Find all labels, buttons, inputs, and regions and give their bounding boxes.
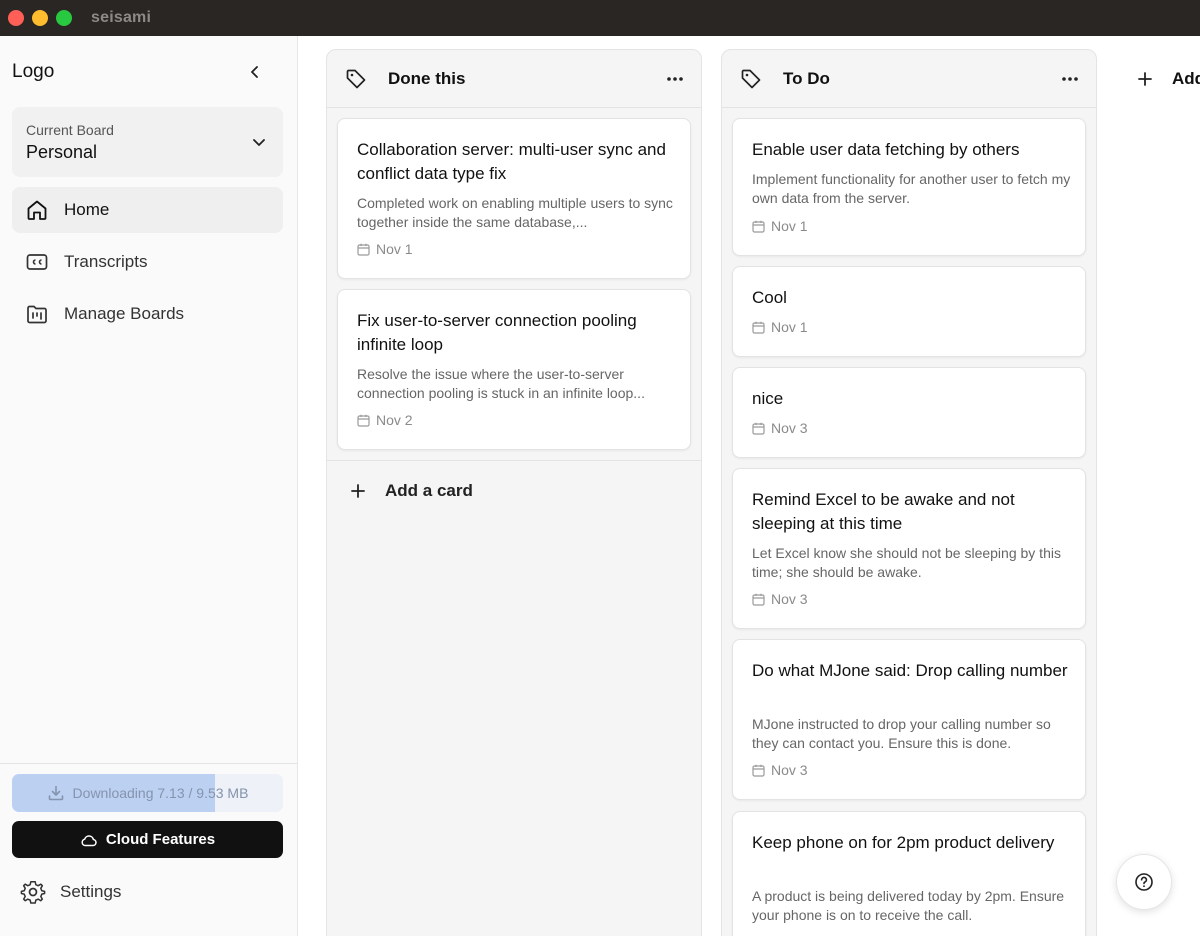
card-description: A product is being delivered today by 2p… <box>752 888 1065 923</box>
column-title: To Do <box>783 68 830 88</box>
column-more-button[interactable] <box>1058 67 1082 91</box>
settings-label: Settings <box>60 882 122 901</box>
cloud-features-label: Cloud Features <box>105 831 216 848</box>
calendar-icon <box>357 414 370 427</box>
sidebar-item-transcripts[interactable]: Transcripts <box>12 239 283 285</box>
task-card[interactable]: Cool Nov 1 <box>732 266 1086 357</box>
more-horizontal-icon <box>667 77 683 81</box>
card-title: nice <box>752 389 784 408</box>
download-status-text: Downloading 7.13 / 9.53 MB <box>72 785 249 801</box>
help-circle-icon <box>1135 873 1153 891</box>
close-window-button[interactable] <box>8 10 24 26</box>
calendar-icon <box>752 422 765 435</box>
card-date: Nov 1 <box>357 241 413 257</box>
folder-kanban-icon <box>24 301 50 327</box>
help-button[interactable] <box>1116 854 1172 910</box>
card-date: Nov 3 <box>752 420 808 436</box>
add-list-button[interactable]: Add <box>1138 69 1200 89</box>
card-description: Resolve the issue where the user-to-serv… <box>357 366 645 401</box>
home-icon <box>24 197 50 223</box>
card-title: Fix user-to-server connection pooling in… <box>357 311 637 354</box>
board-selector-value: Personal <box>26 142 98 162</box>
task-card[interactable]: nice Nov 3 <box>732 367 1086 458</box>
calendar-icon <box>357 243 370 256</box>
add-card-area: Add a card <box>327 460 701 500</box>
card-title: Remind Excel to be awake and not sleepin… <box>752 490 1015 533</box>
board-column: To Do Enable user data fetching by other… <box>721 49 1097 936</box>
tag-icon <box>740 68 762 90</box>
card-date-text: Nov 3 <box>771 420 808 436</box>
card-date: Nov 3 <box>752 762 808 778</box>
chevron-down-icon <box>249 132 269 152</box>
card-title: Keep phone on for 2pm product delivery <box>752 833 1055 852</box>
column-header: To Do <box>722 50 1096 108</box>
task-card[interactable]: Collaboration server: multi-user sync an… <box>337 118 691 279</box>
plus-icon <box>351 484 365 498</box>
card-title: Cool <box>752 288 787 307</box>
board-selector-caption: Current Board <box>26 122 114 138</box>
download-icon <box>48 785 63 801</box>
plus-icon <box>1138 72 1152 86</box>
card-title: Collaboration server: multi-user sync an… <box>357 140 666 183</box>
chevron-left-icon <box>251 66 258 78</box>
add-list-label: Add <box>1172 69 1200 88</box>
card-title: Do what MJone said: Drop calling number <box>752 661 1068 680</box>
sidebar-item-manage-boards[interactable]: Manage Boards <box>12 291 283 337</box>
calendar-icon <box>752 220 765 233</box>
download-progress-bar: Downloading 7.13 / 9.53 MB <box>12 774 283 812</box>
task-card[interactable]: Fix user-to-server connection pooling in… <box>337 289 691 450</box>
task-card[interactable]: Do what MJone said: Drop calling number … <box>732 639 1086 800</box>
card-date-text: Nov 1 <box>771 319 808 335</box>
sidebar-item-label: Manage Boards <box>64 304 185 323</box>
column-header: Done this <box>327 50 701 108</box>
sidebar-item-home[interactable]: Home <box>12 187 283 233</box>
card-date: Nov 1 <box>752 218 808 234</box>
card-title: Enable user data fetching by others <box>752 140 1020 159</box>
card-description: Completed work on enabling multiple user… <box>357 195 673 230</box>
board-column: Done this Collaboration server: multi-us… <box>326 49 702 936</box>
window-controls <box>8 10 72 26</box>
card-date-text: Nov 3 <box>771 591 808 607</box>
add-card-button[interactable]: Add a card <box>351 481 473 501</box>
card-description: Implement functionality for another user… <box>752 171 1071 206</box>
app-logo: Logo <box>12 61 55 82</box>
tag-icon <box>345 68 367 90</box>
column-more-button[interactable] <box>663 67 687 91</box>
task-card[interactable]: Remind Excel to be awake and not sleepin… <box>732 468 1086 629</box>
task-card[interactable]: Keep phone on for 2pm product delivery A… <box>732 811 1086 936</box>
sidebar: Logo Current Board Personal Home Transcr… <box>0 36 298 936</box>
window-title: seisami <box>91 9 152 26</box>
card-date-text: Nov 3 <box>771 762 808 778</box>
cloud-features-button[interactable]: Cloud Features <box>12 821 283 858</box>
sidebar-item-label: Transcripts <box>64 252 148 271</box>
settings-button[interactable]: Settings <box>20 879 121 905</box>
closed-caption-icon <box>24 249 50 275</box>
board-area: Done this Collaboration server: multi-us… <box>298 36 1200 936</box>
card-date-text: Nov 1 <box>376 241 413 257</box>
card-description: Let Excel know she should not be sleepin… <box>752 545 1061 580</box>
card-date: Nov 1 <box>752 319 808 335</box>
calendar-icon <box>752 321 765 334</box>
sidebar-item-label: Home <box>64 200 110 219</box>
card-description: MJone instructed to drop your calling nu… <box>752 716 1051 751</box>
calendar-icon <box>752 764 765 777</box>
card-date-text: Nov 1 <box>771 218 808 234</box>
sidebar-divider <box>0 763 297 764</box>
window-titlebar: seisami <box>0 0 1200 36</box>
more-horizontal-icon <box>1062 77 1078 81</box>
task-card[interactable]: Enable user data fetching by others Impl… <box>732 118 1086 256</box>
minimize-window-button[interactable] <box>32 10 48 26</box>
card-date-text: Nov 2 <box>376 412 413 428</box>
gear-icon <box>20 880 46 904</box>
column-title: Done this <box>388 68 466 88</box>
cloud-icon <box>81 834 97 846</box>
calendar-icon <box>752 593 765 606</box>
add-card-label: Add a card <box>385 481 473 500</box>
card-date: Nov 3 <box>752 591 808 607</box>
card-date: Nov 2 <box>357 412 413 428</box>
maximize-window-button[interactable] <box>56 10 72 26</box>
board-selector[interactable]: Current Board Personal <box>12 107 283 177</box>
collapse-sidebar-button[interactable] <box>243 60 267 84</box>
